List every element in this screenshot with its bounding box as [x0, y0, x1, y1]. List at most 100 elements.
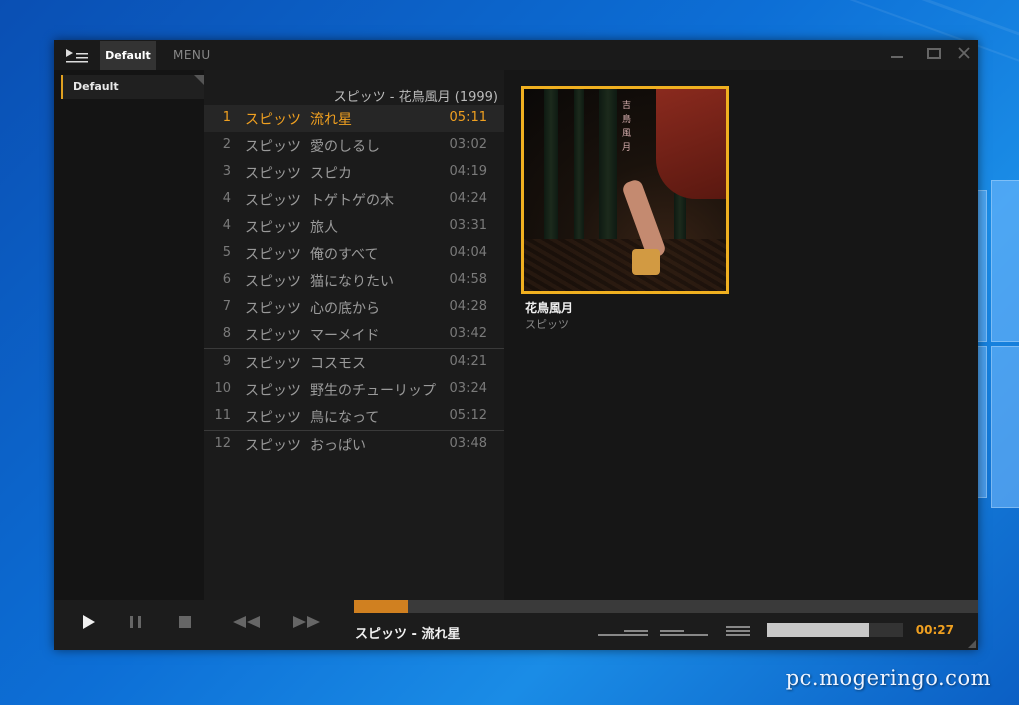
menu-button[interactable]: MENU: [173, 48, 211, 62]
track-artist: スピッツ: [245, 274, 301, 290]
track-artist: スピッツ: [245, 356, 301, 372]
transport-bar: スピッツ - 流れ星 00:27: [54, 600, 978, 650]
track-row[interactable]: 10 スピッツ 野生のチューリップ 03:24: [204, 376, 504, 403]
visualizer-mode-3-icon[interactable]: [726, 626, 750, 638]
track-row[interactable]: 7 スピッツ 心の底から 04:28: [204, 294, 504, 321]
play-icon[interactable]: [82, 614, 96, 634]
album-artist: スピッツ: [525, 318, 569, 331]
resize-grip[interactable]: [968, 640, 976, 648]
track-duration: 03:24: [449, 381, 487, 396]
track-artist: スピッツ: [245, 438, 301, 454]
track-duration: 03:02: [449, 137, 487, 152]
sidebar-item-label: Default: [73, 80, 119, 93]
track-row[interactable]: 9 スピッツ コスモス 04:21: [204, 348, 504, 376]
track-artist: スピッツ: [245, 328, 301, 344]
track-artist: スピッツ: [245, 410, 301, 426]
album-title: 花鳥風月: [525, 301, 574, 315]
track-title: 野生のチューリップ: [310, 383, 436, 399]
album-cover-art[interactable]: 吉鳥風月: [521, 86, 729, 294]
track-duration: 04:24: [449, 191, 487, 206]
track-number: 8: [222, 326, 231, 341]
track-number: 7: [222, 299, 231, 314]
visualizer-mode-1-icon[interactable]: [598, 626, 650, 638]
track-artist: スピッツ: [245, 193, 301, 209]
title-bar: Default MENU: [54, 40, 978, 70]
track-row[interactable]: 1 スピッツ 流れ星 05:11: [204, 105, 504, 132]
track-number: 2: [222, 137, 231, 152]
track-title: 心の底から: [310, 301, 380, 317]
track-title: トゲトゲの木: [310, 193, 394, 209]
track-row[interactable]: 12 スピッツ おっぱい 03:48: [204, 430, 504, 458]
minimize-icon[interactable]: [885, 46, 909, 64]
track-duration: 04:58: [449, 272, 487, 287]
maximize-icon[interactable]: [922, 46, 946, 64]
track-title: 猫になりたい: [310, 274, 394, 290]
track-title: コスモス: [310, 356, 366, 372]
site-watermark: pc.mogeringo.com: [785, 666, 991, 690]
track-row[interactable]: 6 スピッツ 猫になりたい 04:58: [204, 267, 504, 294]
track-row[interactable]: 4 スピッツ 旅人 03:31: [204, 213, 504, 240]
track-title: マーメイド: [310, 328, 380, 344]
track-title: 鳥になって: [310, 410, 380, 426]
track-number: 3: [222, 164, 231, 179]
track-artist: スピッツ: [245, 166, 301, 182]
track-duration: 04:21: [449, 354, 487, 369]
track-duration: 03:48: [449, 436, 487, 451]
track-number: 9: [222, 354, 231, 369]
track-artist: スピッツ: [245, 383, 301, 399]
playlist-sidebar: Default: [54, 70, 204, 600]
track-duration: 04:04: [449, 245, 487, 260]
visualizer-mode-2-icon[interactable]: [660, 626, 710, 638]
track-title: 俺のすべて: [310, 247, 379, 263]
volume-slider[interactable]: [767, 623, 903, 637]
track-list: 1 スピッツ 流れ星 05:11 2 スピッツ 愛のしるし 03:02 3 スピッツ スピカ 04:1…: [204, 105, 504, 458]
seek-bar-fill: [354, 600, 409, 613]
track-title: 旅人: [310, 220, 338, 236]
track-duration: 05:12: [449, 408, 487, 423]
track-title: 流れ星: [310, 112, 352, 128]
track-duration: 04:19: [449, 164, 487, 179]
track-row[interactable]: 2 スピッツ 愛のしるし 03:02: [204, 132, 504, 159]
track-artist: スピッツ: [245, 247, 301, 263]
track-artist: スピッツ: [245, 139, 301, 155]
stop-icon[interactable]: [178, 614, 192, 634]
track-duration: 04:28: [449, 299, 487, 314]
seek-bar[interactable]: [354, 600, 978, 613]
track-artist: スピッツ: [245, 112, 301, 128]
track-title: 愛のしるし: [310, 139, 380, 155]
track-number: 11: [214, 408, 231, 423]
rewind-icon[interactable]: [232, 615, 262, 633]
track-artist: スピッツ: [245, 301, 301, 317]
track-duration: 03:42: [449, 326, 487, 341]
track-row[interactable]: 4 スピッツ トゲトゲの木 04:24: [204, 186, 504, 213]
fast-forward-icon[interactable]: [292, 615, 322, 633]
app-logo-icon[interactable]: [66, 48, 88, 63]
track-number: 4: [222, 218, 231, 233]
tab-default[interactable]: Default: [100, 41, 156, 70]
track-row[interactable]: 11 スピッツ 鳥になって 05:12: [204, 403, 504, 430]
track-number: 12: [214, 436, 231, 451]
track-title: おっぱい: [310, 438, 366, 454]
close-icon[interactable]: [952, 46, 976, 64]
sidebar-item-default[interactable]: Default: [61, 75, 204, 99]
track-number: 10: [214, 381, 231, 396]
track-number: 4: [222, 191, 231, 206]
track-row[interactable]: 8 スピッツ マーメイド 03:42: [204, 321, 504, 348]
track-duration: 05:11: [449, 110, 487, 125]
elapsed-time: 00:27: [915, 623, 954, 637]
track-number: 5: [222, 245, 231, 260]
volume-slider-fill: [767, 623, 869, 637]
track-artist: スピッツ: [245, 220, 301, 236]
album-group-header: スピッツ - 花鳥風月 (1999): [333, 90, 498, 105]
track-list-panel: スピッツ - 花鳥風月 (1999) 1 スピッツ 流れ星 05:11 2 スピッツ 愛のし…: [204, 70, 504, 600]
track-number: 1: [222, 110, 231, 125]
now-playing-title: スピッツ - 流れ星: [355, 627, 461, 642]
corner-marker: [194, 75, 204, 85]
music-player-window: Default MENU Default スピッツ - 花鳥風月 (1999) …: [54, 40, 978, 650]
track-row[interactable]: 3 スピッツ スピカ 04:19: [204, 159, 504, 186]
track-title: スピカ: [310, 166, 352, 182]
pause-icon[interactable]: [128, 614, 144, 634]
track-number: 6: [222, 272, 231, 287]
track-duration: 03:31: [449, 218, 487, 233]
track-row[interactable]: 5 スピッツ 俺のすべて 04:04: [204, 240, 504, 267]
